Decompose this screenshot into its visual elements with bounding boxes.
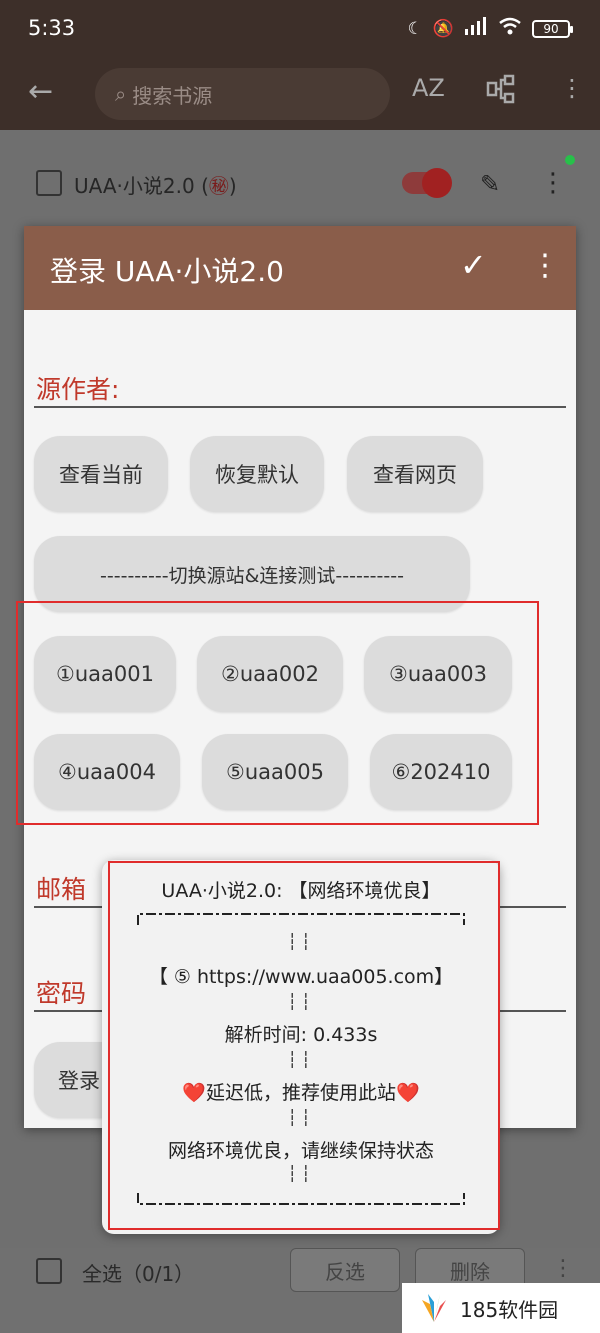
search-icon: ⌕: [115, 82, 127, 106]
email-label: 邮箱: [36, 875, 87, 904]
select-all-checkbox[interactable]: [36, 1258, 62, 1284]
invert-selection-button[interactable]: 反选: [290, 1248, 400, 1292]
list-item[interactable]: UAA·小说2.0 (㊙) ✎ ⋮: [0, 130, 600, 230]
row-more-icon[interactable]: ⋮: [540, 168, 566, 198]
watermark-text: 185软件园: [460, 1297, 559, 1322]
app-bar: ← ⌕ 搜索书源 AZ ⋮: [0, 58, 600, 130]
highlight-box-sites: [16, 601, 539, 825]
battery-icon: 90: [532, 19, 573, 38]
search-input[interactable]: ⌕ 搜索书源: [95, 68, 390, 120]
password-label: 密码: [36, 979, 87, 1008]
row-checkbox[interactable]: [36, 170, 62, 196]
restore-default-button[interactable]: 恢复默认: [190, 436, 324, 512]
status-time: 5:33: [28, 16, 76, 40]
dialog-more-icon[interactable]: ⋮: [530, 248, 560, 283]
confirm-check-icon[interactable]: ✓: [460, 246, 487, 284]
select-all-label: 全选（0/1）: [82, 1262, 195, 1286]
status-dot: [565, 155, 575, 165]
back-arrow-icon[interactable]: ←: [28, 74, 53, 109]
edit-icon[interactable]: ✎: [480, 170, 500, 198]
author-field[interactable]: [34, 406, 566, 408]
author-label: 源作者:: [36, 375, 120, 404]
sort-az-icon[interactable]: AZ: [412, 74, 445, 102]
dialog-header: 登录 UAA·小说2.0 ✓ ⋮: [24, 226, 576, 310]
source-badge-icon: ㊙: [208, 174, 229, 198]
enable-toggle[interactable]: [402, 168, 452, 198]
signal-icon: [464, 17, 488, 40]
watermark: 185软件园: [402, 1283, 600, 1333]
status-bar: 5:33 ☾ 🔕 90: [0, 0, 600, 58]
source-name: UAA·小说2.0 (㊙): [74, 174, 237, 198]
moon-icon: ☾: [407, 18, 423, 39]
status-icons: ☾ 🔕 90: [407, 17, 573, 40]
view-current-button[interactable]: 查看当前: [34, 436, 168, 512]
mute-icon: 🔕: [432, 18, 454, 39]
group-icon[interactable]: [486, 74, 516, 110]
search-placeholder: 搜索书源: [132, 83, 213, 108]
bottom-more-icon[interactable]: ⋮: [552, 1256, 574, 1281]
wifi-icon: [498, 17, 522, 40]
more-vert-icon[interactable]: ⋮: [560, 74, 584, 102]
watermark-logo-icon: [422, 1294, 446, 1322]
view-webpage-button[interactable]: 查看网页: [347, 436, 483, 512]
highlight-box-toast: [108, 861, 500, 1230]
dialog-title: 登录 UAA·小说2.0: [50, 255, 284, 288]
